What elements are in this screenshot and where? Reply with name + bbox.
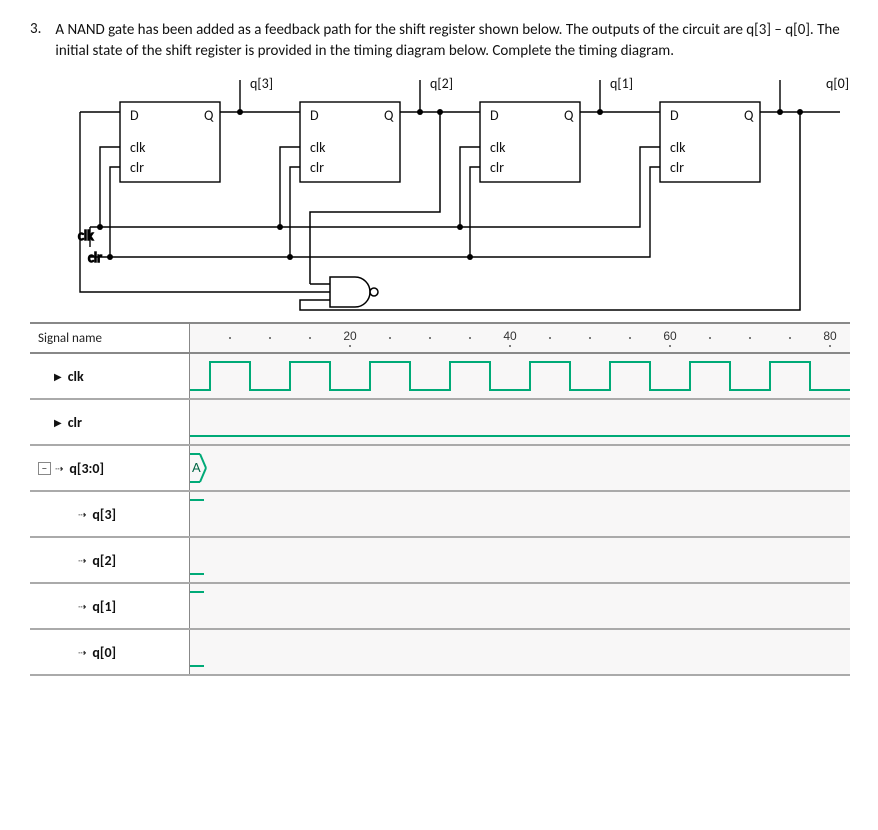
waveform-q1: [190, 584, 850, 628]
waveform-q0: [190, 630, 850, 674]
signal-label: ▶ clr: [30, 400, 190, 444]
expand-arrow-icon: ▶: [54, 416, 62, 429]
output-label: q[1]: [610, 75, 633, 92]
ff-q-label: Q: [204, 107, 214, 124]
signal-label-text: q[3]: [92, 506, 116, 523]
waveform-clr: [190, 400, 850, 444]
sub-arrow-icon: ⇢: [78, 646, 86, 659]
signal-label-text: q[0]: [92, 644, 116, 661]
ff-q-label: Q: [744, 107, 754, 124]
signal-label-text: q[3:0]: [69, 460, 104, 477]
waveform-clk: [190, 354, 850, 398]
signal-label: − ⇢ q[3:0]: [30, 446, 190, 490]
output-label: q[0]: [826, 75, 849, 92]
question-text: A NAND gate has been added as a feedback…: [55, 20, 848, 62]
ff-d-label: D: [130, 107, 139, 124]
timing-row-clk: ▶ clk: [30, 354, 850, 400]
expand-arrow-icon: ▶: [54, 370, 62, 383]
waveform-q3: [190, 492, 850, 536]
ff-clk-label: clk: [130, 139, 146, 156]
waveform-q2: [190, 538, 850, 582]
signal-name-header: Signal name: [30, 324, 190, 352]
circuit-diagram: D D D D Q Q Q Q clk clk clk clk clr clr …: [40, 72, 860, 312]
signal-label: ⇢ q[1]: [30, 584, 190, 628]
signal-label-text: clk: [68, 368, 84, 385]
nand-gate: [300, 109, 803, 310]
global-clk-label: clk: [78, 227, 94, 244]
ff-d-label: D: [670, 107, 679, 124]
question-block: 3. A NAND gate has been added as a feedb…: [30, 20, 848, 62]
bus-arrow-icon: ⇢: [55, 462, 63, 475]
ff-clr-label: clr: [490, 159, 504, 176]
timing-row-q1: ⇢ q[1]: [30, 584, 850, 630]
question-number: 3.: [30, 20, 41, 62]
timing-ruler: 20 40 60 80: [190, 324, 850, 352]
timing-row-q0: ⇢ q[0]: [30, 630, 850, 676]
timing-header-row: Signal name 20 40 60 80: [30, 324, 850, 354]
svg-text:20: 20: [343, 329, 357, 343]
signal-label: ⇢ q[3]: [30, 492, 190, 536]
output-label: q[3]: [250, 75, 273, 92]
signal-label: ⇢ q[2]: [30, 538, 190, 582]
ff-d-label: D: [310, 107, 319, 124]
signal-label-text: clr: [68, 414, 82, 431]
signal-label: ⇢ q[0]: [30, 630, 190, 674]
ff-clk-label: clk: [310, 139, 326, 156]
output-label: q[2]: [430, 75, 453, 92]
ff-clr-label: clr: [130, 159, 144, 176]
timing-row-q3: ⇢ q[3]: [30, 492, 850, 538]
sub-arrow-icon: ⇢: [78, 600, 86, 613]
ff-q-label: Q: [564, 107, 574, 124]
timing-row-qbus: − ⇢ q[3:0] A: [30, 446, 850, 492]
ff-q-label: Q: [384, 107, 394, 124]
signal-label: ▶ clk: [30, 354, 190, 398]
timing-row-clr: ▶ clr: [30, 400, 850, 446]
ff-clk-label: clk: [670, 139, 686, 156]
collapse-icon[interactable]: −: [38, 462, 51, 475]
svg-text:80: 80: [823, 329, 837, 343]
svg-text:40: 40: [503, 329, 517, 343]
svg-text:A: A: [192, 460, 201, 475]
waveform-qbus: A: [190, 446, 850, 490]
signal-label-text: q[2]: [92, 552, 116, 569]
ff-clk-label: clk: [490, 139, 506, 156]
ff-clr-label: clr: [310, 159, 324, 176]
signal-label-text: q[1]: [92, 598, 116, 615]
sub-arrow-icon: ⇢: [78, 554, 86, 567]
svg-text:60: 60: [663, 329, 677, 343]
ff-clr-label: clr: [670, 159, 684, 176]
timing-diagram: Signal name 20 40 60 80: [30, 322, 850, 676]
ff-d-label: D: [490, 107, 499, 124]
timing-row-q2: ⇢ q[2]: [30, 538, 850, 584]
sub-arrow-icon: ⇢: [78, 508, 86, 521]
